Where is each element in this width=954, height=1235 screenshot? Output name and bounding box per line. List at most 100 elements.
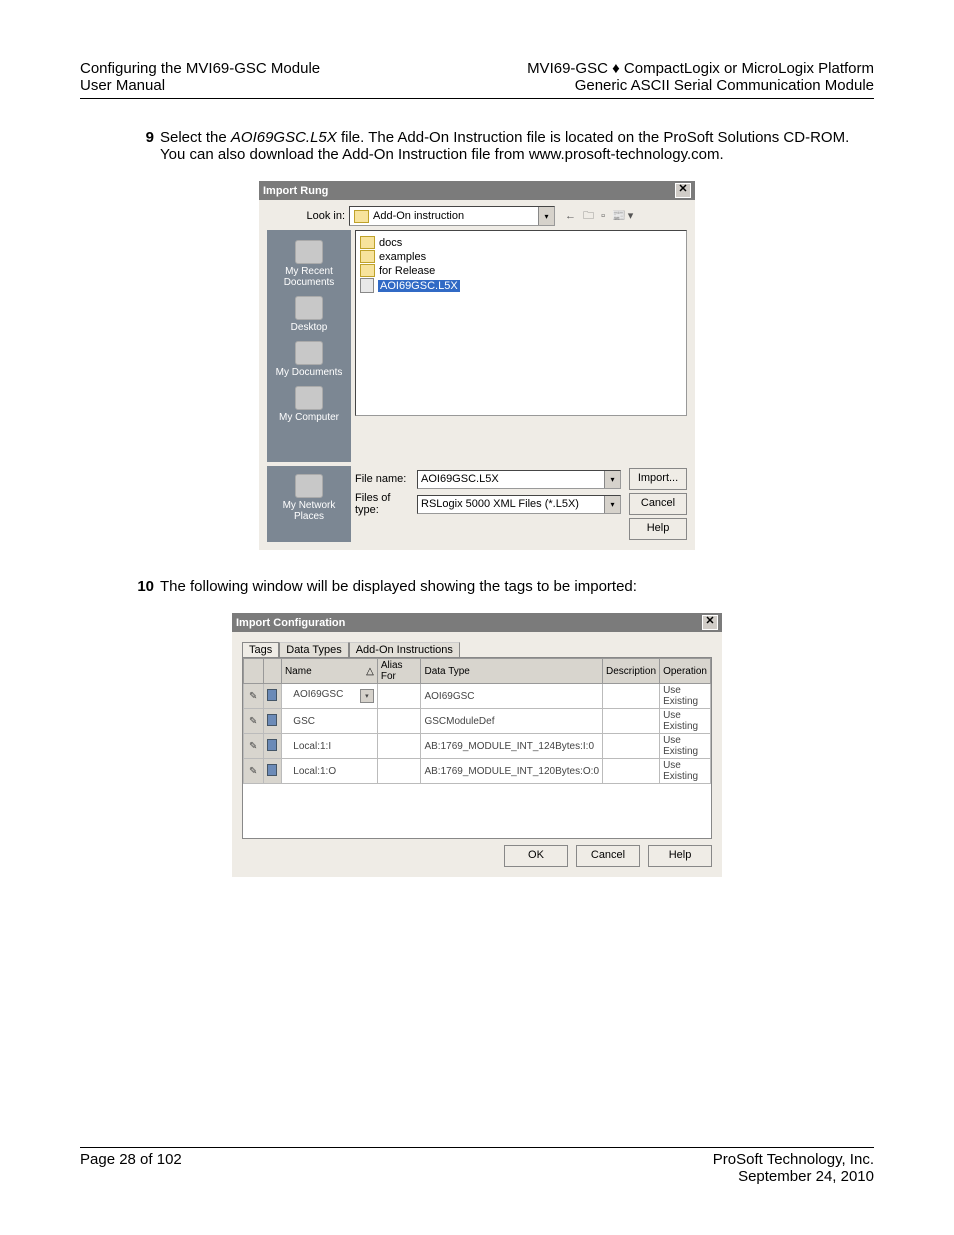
content-area: 9 Select the AOI69GSC.L5X file. The Add-… [80, 129, 874, 877]
header-right-2: Generic ASCII Serial Communication Modul… [527, 77, 874, 94]
filetype-label: Files of type: [355, 492, 417, 516]
my-documents-icon [295, 341, 323, 365]
footer-left: Page 28 of 102 [80, 1151, 182, 1185]
cell-operation[interactable]: Use Existing [660, 709, 711, 734]
places-mydocuments[interactable]: My Documents [276, 341, 343, 378]
file-list[interactable]: docs examples for Release AOI69GSC.L5X [355, 230, 687, 416]
close-icon[interactable]: ✕ [702, 615, 718, 630]
import-button[interactable]: Import... [629, 468, 687, 490]
cell-operation[interactable]: Use Existing [660, 759, 711, 784]
import-configuration-titlebar: Import Configuration ✕ [232, 613, 722, 632]
config-tabs: Tags Data Types Add-On Instructions [242, 642, 712, 657]
places-bar: My Recent Documents Desktop My Documents [267, 230, 351, 462]
table-row[interactable]: ✎ GSC GSCModuleDef Use Existing [244, 709, 711, 734]
chevron-down-icon[interactable]: ▾ [604, 496, 620, 513]
cell-description[interactable] [603, 709, 660, 734]
cell-alias[interactable] [377, 734, 421, 759]
col-datatype[interactable]: Data Type [421, 659, 603, 684]
col-operation[interactable]: Operation [660, 659, 711, 684]
tags-grid[interactable]: Name △ Alias For Data Type Description O… [242, 657, 712, 839]
cell-datatype[interactable]: GSCModuleDef [421, 709, 603, 734]
cell-name[interactable]: Local:1:O [281, 759, 377, 784]
chevron-down-icon[interactable]: ▾ [360, 689, 374, 703]
cancel-button[interactable]: Cancel [629, 493, 687, 515]
help-button[interactable]: Help [629, 518, 687, 540]
ok-button[interactable]: OK [504, 845, 568, 867]
page-header: Configuring the MVI69-GSC Module User Ma… [80, 60, 874, 99]
places-recent[interactable]: My Recent Documents [267, 240, 351, 288]
step-10: 10 The following window will be displaye… [120, 578, 874, 595]
filename-input[interactable]: AOI69GSC.L5X ▾ [417, 470, 621, 489]
filetype-dropdown[interactable]: RSLogix 5000 XML Files (*.L5X) ▾ [417, 495, 621, 514]
folder-docs[interactable]: docs [360, 236, 682, 249]
footer-company: ProSoft Technology, Inc. [713, 1151, 874, 1168]
table-row[interactable]: ✎ Local:1:O AB:1769_MODULE_INT_120Bytes:O… [244, 759, 711, 784]
import-rung-dialog: Import Rung ✕ Look in: Add-On instructio… [259, 181, 695, 550]
chevron-down-icon[interactable]: ▾ [538, 207, 554, 225]
row-expand-icon[interactable]: ✎ [244, 684, 264, 709]
sort-asc-icon: △ [366, 666, 374, 677]
cancel-button[interactable]: Cancel [576, 845, 640, 867]
folder-icon [354, 210, 369, 223]
col-description[interactable]: Description [603, 659, 660, 684]
cell-description[interactable] [603, 759, 660, 784]
import-configuration-title: Import Configuration [236, 617, 345, 629]
footer-date: September 24, 2010 [713, 1168, 874, 1185]
cell-description[interactable] [603, 684, 660, 709]
folder-icon [360, 236, 375, 249]
folder-examples[interactable]: examples [360, 250, 682, 263]
file-dialog-toolbar[interactable]: ← 🗀 ▫ 📰▾ [565, 207, 635, 226]
col-alias[interactable]: Alias For [377, 659, 421, 684]
lookin-dropdown[interactable]: Add-On instruction ▾ [349, 206, 555, 226]
folder-for-release[interactable]: for Release [360, 264, 682, 277]
close-icon[interactable]: ✕ [675, 183, 691, 198]
cell-datatype[interactable]: AB:1769_MODULE_INT_120Bytes:O:0 [421, 759, 603, 784]
row-tag-icon [263, 709, 281, 734]
step-9: 9 Select the AOI69GSC.L5X file. The Add-… [120, 129, 874, 163]
row-tag-icon [263, 684, 281, 709]
filename-label: File name: [355, 473, 417, 485]
chevron-down-icon[interactable]: ▾ [604, 471, 620, 488]
places-mycomputer[interactable]: My Computer [279, 386, 339, 423]
cell-datatype[interactable]: AB:1769_MODULE_INT_124Bytes:I:0 [421, 734, 603, 759]
row-expand-icon[interactable]: ✎ [244, 734, 264, 759]
my-computer-icon [295, 386, 323, 410]
col-name[interactable]: Name △ [281, 659, 377, 684]
places-desktop[interactable]: Desktop [291, 296, 328, 333]
tab-datatypes[interactable]: Data Types [279, 642, 348, 657]
cell-name[interactable]: AOI69GSC▾ [281, 684, 377, 709]
row-expand-icon[interactable]: ✎ [244, 709, 264, 734]
cell-name[interactable]: GSC [281, 709, 377, 734]
page-footer: Page 28 of 102 ProSoft Technology, Inc. … [80, 1147, 874, 1185]
cell-operation[interactable]: Use Existing [660, 684, 711, 709]
cell-name[interactable]: Local:1:I [281, 734, 377, 759]
cell-alias[interactable] [377, 759, 421, 784]
header-left-1: Configuring the MVI69-GSC Module [80, 60, 320, 77]
places-mynetwork[interactable]: My Network Places [267, 474, 351, 522]
step-9-number: 9 [120, 129, 154, 163]
my-network-icon [295, 474, 323, 498]
step-9-text: Select the AOI69GSC.L5X file. The Add-On… [160, 129, 874, 163]
cell-alias[interactable] [377, 709, 421, 734]
step-10-number: 10 [120, 578, 154, 595]
recent-documents-icon [295, 240, 323, 264]
grid-header-row: Name △ Alias For Data Type Description O… [244, 659, 711, 684]
cell-description[interactable] [603, 734, 660, 759]
import-rung-title: Import Rung [263, 185, 328, 197]
tab-tags[interactable]: Tags [242, 642, 279, 657]
lookin-value: Add-On instruction [373, 210, 464, 222]
table-row[interactable]: ✎ AOI69GSC▾ AOI69GSC Use Existing [244, 684, 711, 709]
tab-aoi[interactable]: Add-On Instructions [349, 642, 460, 657]
table-row[interactable]: ✎ Local:1:I AB:1769_MODULE_INT_124Bytes:I… [244, 734, 711, 759]
row-tag-icon [263, 759, 281, 784]
folder-icon [360, 250, 375, 263]
cell-operation[interactable]: Use Existing [660, 734, 711, 759]
file-selected[interactable]: AOI69GSC.L5X [360, 278, 682, 293]
row-expand-icon[interactable]: ✎ [244, 759, 264, 784]
desktop-icon [295, 296, 323, 320]
row-tag-icon [263, 734, 281, 759]
help-button[interactable]: Help [648, 845, 712, 867]
cell-alias[interactable] [377, 684, 421, 709]
import-rung-titlebar: Import Rung ✕ [259, 181, 695, 200]
cell-datatype[interactable]: AOI69GSC [421, 684, 603, 709]
